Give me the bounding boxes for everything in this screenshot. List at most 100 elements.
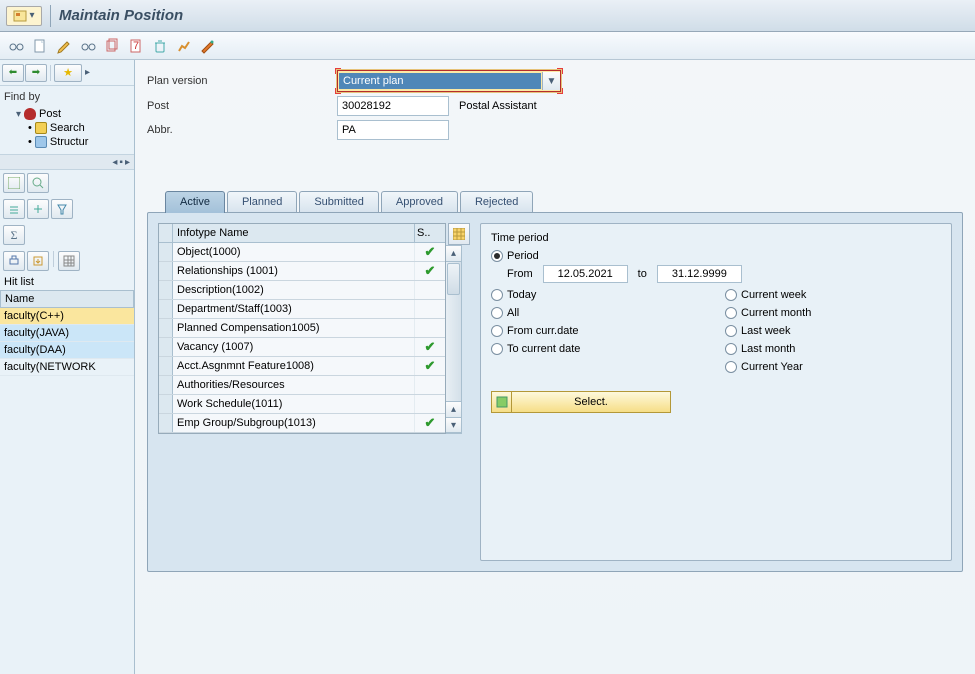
hitlist-row[interactable]: faculty(C++): [0, 308, 134, 325]
time-period-box: Time period Period From to Today Current…: [480, 223, 952, 561]
radio-today[interactable]: Today: [491, 289, 707, 301]
radio-curr-month[interactable]: Current month: [725, 307, 941, 319]
hitlist-row[interactable]: faculty(NETWORK: [0, 359, 134, 376]
check-icon: ✔: [425, 358, 436, 374]
left-panel: ⬅ ➡ ★ ▸ Find by ▾ Post • Search •: [0, 60, 135, 674]
hitlist-row[interactable]: faculty(JAVA): [0, 325, 134, 342]
select-button[interactable]: Select.: [491, 391, 671, 413]
scroll-up-icon[interactable]: ▴: [446, 246, 461, 262]
check-icon: ✔: [425, 339, 436, 355]
binoculars-icon: [35, 122, 47, 134]
radio-from-curr[interactable]: From curr.date: [491, 325, 707, 337]
to-date-input[interactable]: [657, 265, 742, 283]
export-button[interactable]: [27, 251, 49, 271]
infotype-row[interactable]: Vacancy (1007)✔: [159, 338, 445, 357]
infotype-row[interactable]: Description(1002): [159, 281, 445, 300]
check-icon: ✔: [425, 415, 436, 431]
print-button[interactable]: [3, 251, 25, 271]
infotype-row[interactable]: Relationships (1001)✔: [159, 262, 445, 281]
radio-all[interactable]: All: [491, 307, 707, 319]
infotype-row[interactable]: Object(1000)✔: [159, 243, 445, 262]
infotype-row[interactable]: Planned Compensation1005): [159, 319, 445, 338]
plan-version-value: Current plan: [339, 73, 541, 89]
collapse-icon: ▾: [16, 109, 21, 120]
scroll-end-icon[interactable]: ▾: [446, 417, 461, 433]
find-by-header: Find by: [4, 89, 130, 105]
nav-favorite-button[interactable]: ★: [54, 64, 82, 82]
hitlist-col-name[interactable]: Name: [0, 290, 134, 308]
tab-content: Infotype Name S.. Object(1000)✔Relations…: [147, 212, 963, 572]
change-icon[interactable]: [200, 38, 216, 54]
layout-button-1[interactable]: [3, 173, 25, 193]
delete-icon[interactable]: [152, 38, 168, 54]
grid-button[interactable]: [58, 251, 80, 271]
collapse-all-button[interactable]: [3, 199, 25, 219]
tab-strip: Active Planned Submitted Approved Reject…: [147, 190, 963, 212]
radio-period[interactable]: Period: [491, 250, 539, 262]
display-icon[interactable]: [80, 38, 96, 54]
radio-last-week[interactable]: Last week: [725, 325, 941, 337]
find-button[interactable]: [27, 173, 49, 193]
plan-version-combo[interactable]: Current plan ▼: [337, 70, 561, 92]
nav-forward-button[interactable]: ➡: [25, 64, 47, 82]
from-label: From: [507, 268, 533, 280]
overview-icon[interactable]: [176, 38, 192, 54]
page-title: Maintain Position: [59, 7, 183, 24]
sum-button[interactable]: Σ: [3, 225, 25, 245]
to-label: to: [638, 268, 647, 280]
app-icon[interactable]: ▾: [6, 6, 42, 26]
tree-node-post[interactable]: ▾ Post: [6, 107, 128, 121]
abbr-label: Abbr.: [147, 124, 337, 136]
hitlist-row[interactable]: faculty(DAA): [0, 342, 134, 359]
radio-last-month[interactable]: Last month: [725, 343, 941, 355]
hitlist-table: Name faculty(C++) faculty(JAVA) faculty(…: [0, 290, 134, 376]
radio-curr-year[interactable]: Current Year: [725, 361, 941, 373]
infotype-row[interactable]: Acct.Asgnmnt Feature1008)✔: [159, 357, 445, 376]
title-bar: ▾ Maintain Position: [0, 0, 975, 32]
nav-more-icon[interactable]: ▸: [85, 67, 90, 78]
table-settings-button[interactable]: [448, 223, 470, 245]
time-period-title: Time period: [491, 232, 941, 244]
glasses-icon[interactable]: [8, 38, 24, 54]
delimit-icon[interactable]: 7: [128, 38, 144, 54]
check-icon: ✔: [425, 244, 436, 260]
infotype-col-s[interactable]: S..: [415, 224, 445, 242]
svg-text:7: 7: [133, 40, 139, 52]
main-panel: Plan version Current plan ▼ Post 3002819…: [135, 60, 975, 674]
tree-node-search[interactable]: • Search: [6, 121, 128, 135]
tab-rejected[interactable]: Rejected: [460, 191, 533, 212]
tab-submitted[interactable]: Submitted: [299, 191, 379, 212]
expand-button[interactable]: [27, 199, 49, 219]
infotype-table: Infotype Name S.. Object(1000)✔Relations…: [158, 223, 446, 434]
tree-scroll[interactable]: ◂▪▸: [0, 154, 134, 170]
tab-approved[interactable]: Approved: [381, 191, 458, 212]
scroll-down-icon[interactable]: ▴: [446, 401, 461, 417]
new-icon[interactable]: [32, 38, 48, 54]
app-toolbar: 7: [0, 32, 975, 60]
copy-icon[interactable]: [104, 38, 120, 54]
post-label: Post: [147, 100, 337, 112]
table-scrollbar[interactable]: ▴ ▴ ▾: [446, 245, 462, 434]
edit-icon[interactable]: [56, 38, 72, 54]
infotype-row[interactable]: Emp Group/Subgroup(1013)✔: [159, 414, 445, 433]
infotype-row[interactable]: Work Schedule(1011): [159, 395, 445, 414]
nav-back-button[interactable]: ⬅: [2, 64, 24, 82]
structure-icon: [35, 136, 47, 148]
tab-active[interactable]: Active: [165, 191, 225, 213]
infotype-row[interactable]: Department/Staff(1003): [159, 300, 445, 319]
infotype-col-name[interactable]: Infotype Name: [173, 224, 415, 242]
infotype-row[interactable]: Authorities/Resources: [159, 376, 445, 395]
post-field[interactable]: 30028192: [337, 96, 449, 116]
filter-button[interactable]: [51, 199, 73, 219]
radio-to-curr[interactable]: To current date: [491, 343, 707, 355]
dropdown-icon: ▾: [29, 10, 34, 21]
radio-curr-week[interactable]: Current week: [725, 289, 941, 301]
plan-version-label: Plan version: [147, 75, 337, 87]
execute-icon: [492, 392, 512, 412]
check-icon: ✔: [425, 263, 436, 279]
tab-planned[interactable]: Planned: [227, 191, 297, 212]
tree-node-structure[interactable]: • Structur: [6, 135, 128, 149]
from-date-input[interactable]: [543, 265, 628, 283]
post-description: Postal Assistant: [459, 100, 537, 112]
abbr-field[interactable]: PA: [337, 120, 449, 140]
